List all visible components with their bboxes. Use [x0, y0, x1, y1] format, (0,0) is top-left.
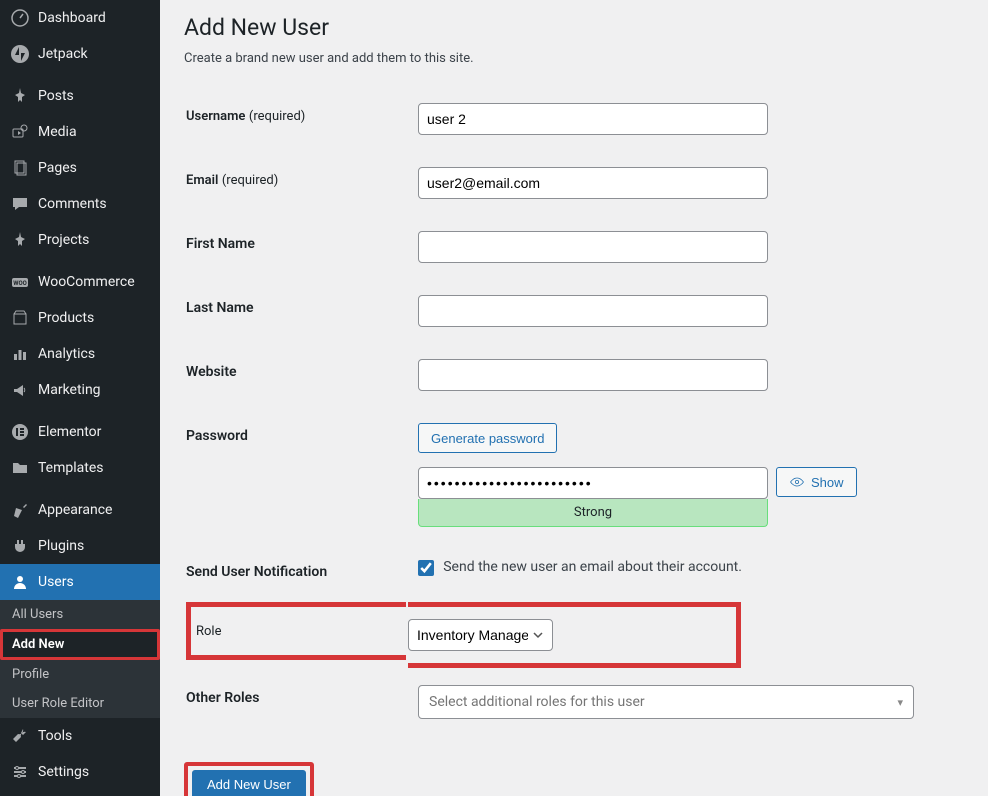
- username-input[interactable]: [418, 103, 768, 135]
- sidebar-label: Marketing: [38, 382, 101, 398]
- eye-icon: [789, 474, 805, 490]
- notification-label: Send User Notification: [186, 544, 406, 600]
- users-submenu: All Users Add New Profile User Role Edit…: [0, 600, 160, 718]
- sidebar-item-appearance[interactable]: Appearance: [0, 492, 160, 528]
- submenu-user-role-editor[interactable]: User Role Editor: [0, 689, 160, 718]
- woo-icon: WOO: [10, 272, 30, 292]
- role-select[interactable]: Inventory Manager: [408, 619, 553, 651]
- sidebar-item-analytics[interactable]: Analytics: [0, 336, 160, 372]
- first-name-label: First Name: [186, 216, 406, 278]
- sidebar-label: Plugins: [38, 538, 84, 554]
- templates-icon: [10, 458, 30, 478]
- pin-icon: [10, 230, 30, 250]
- sidebar-label: Jetpack: [38, 46, 88, 62]
- sidebar-item-products[interactable]: Products: [0, 300, 160, 336]
- page-title: Add New User: [184, 14, 968, 41]
- sidebar-item-templates[interactable]: Templates: [0, 450, 160, 486]
- sidebar-item-posts[interactable]: Posts: [0, 78, 160, 114]
- username-label: Username (required): [186, 88, 406, 150]
- sidebar-item-marketing[interactable]: Marketing: [0, 372, 160, 408]
- submenu-all-users[interactable]: All Users: [0, 600, 160, 629]
- submenu-profile[interactable]: Profile: [0, 660, 160, 689]
- users-icon: [10, 572, 30, 592]
- pages-icon: [10, 158, 30, 178]
- email-input[interactable]: [418, 167, 768, 199]
- appearance-icon: [10, 500, 30, 520]
- other-roles-select[interactable]: Select additional roles for this user: [418, 685, 914, 719]
- sidebar-item-woocommerce[interactable]: WOO WooCommerce: [0, 264, 160, 300]
- dashboard-icon: [10, 8, 30, 28]
- first-name-input[interactable]: [418, 231, 768, 263]
- sidebar-item-pages[interactable]: Pages: [0, 150, 160, 186]
- sidebar-label: Analytics: [38, 346, 95, 362]
- sidebar-label: Tools: [38, 728, 72, 744]
- sidebar-label: WooCommerce: [38, 274, 135, 290]
- sidebar-item-settings[interactable]: Settings: [0, 754, 160, 790]
- sidebar-item-comments[interactable]: Comments: [0, 186, 160, 222]
- elementor-icon: [10, 422, 30, 442]
- sidebar-label: Elementor: [38, 424, 101, 440]
- comments-icon: [10, 194, 30, 214]
- sidebar-item-projects[interactable]: Projects: [0, 222, 160, 258]
- sidebar-label: Templates: [38, 460, 104, 476]
- password-label: Password: [186, 408, 406, 542]
- submenu-add-new[interactable]: Add New: [0, 629, 160, 660]
- sidebar-label: Products: [38, 310, 94, 326]
- other-roles-label: Other Roles: [186, 670, 406, 734]
- sidebar-item-tools[interactable]: Tools: [0, 718, 160, 754]
- email-label: Email (required): [186, 152, 406, 214]
- plugins-icon: [10, 536, 30, 556]
- page-subtitle: Create a brand new user and add them to …: [184, 51, 968, 66]
- website-label: Website: [186, 344, 406, 406]
- tools-icon: [10, 726, 30, 746]
- pin-icon: [10, 86, 30, 106]
- svg-text:WOO: WOO: [13, 280, 27, 287]
- sidebar-label: Users: [38, 574, 74, 590]
- media-icon: [10, 122, 30, 142]
- notification-text: Send the new user an email about their a…: [443, 559, 742, 575]
- notification-checkbox[interactable]: [418, 560, 434, 576]
- sidebar-label: Comments: [38, 196, 107, 212]
- last-name-label: Last Name: [186, 280, 406, 342]
- website-input[interactable]: [418, 359, 768, 391]
- sidebar-label: Appearance: [38, 502, 112, 518]
- show-password-button[interactable]: Show: [776, 467, 857, 497]
- sidebar-item-plugins[interactable]: Plugins: [0, 528, 160, 564]
- last-name-input[interactable]: [418, 295, 768, 327]
- submit-highlight: Add New User: [184, 762, 314, 796]
- settings-icon: [10, 762, 30, 782]
- password-input[interactable]: [418, 467, 768, 499]
- jetpack-icon: [10, 44, 30, 64]
- generate-password-button[interactable]: Generate password: [418, 423, 557, 453]
- role-label: Role: [196, 624, 221, 639]
- main-content: Add New User Create a brand new user and…: [160, 0, 988, 796]
- sidebar-label: Posts: [38, 88, 74, 104]
- sidebar-item-users[interactable]: Users: [0, 564, 160, 600]
- sidebar-label: Dashboard: [38, 10, 106, 26]
- add-new-user-button[interactable]: Add New User: [192, 770, 306, 796]
- sidebar-item-jetpack[interactable]: Jetpack: [0, 36, 160, 72]
- admin-sidebar: Dashboard Jetpack Posts Media Pages Comm…: [0, 0, 160, 796]
- sidebar-item-elementor[interactable]: Elementor: [0, 414, 160, 450]
- role-label-highlight: Role: [186, 602, 406, 660]
- analytics-icon: [10, 344, 30, 364]
- products-icon: [10, 308, 30, 328]
- sidebar-item-media[interactable]: Media: [0, 114, 160, 150]
- sidebar-label: Settings: [38, 764, 89, 780]
- sidebar-label: Projects: [38, 232, 89, 248]
- sidebar-item-dashboard[interactable]: Dashboard: [0, 0, 160, 36]
- marketing-icon: [10, 380, 30, 400]
- password-strength: Strong: [418, 499, 768, 527]
- sidebar-label: Media: [38, 124, 77, 140]
- sidebar-label: Pages: [38, 160, 77, 176]
